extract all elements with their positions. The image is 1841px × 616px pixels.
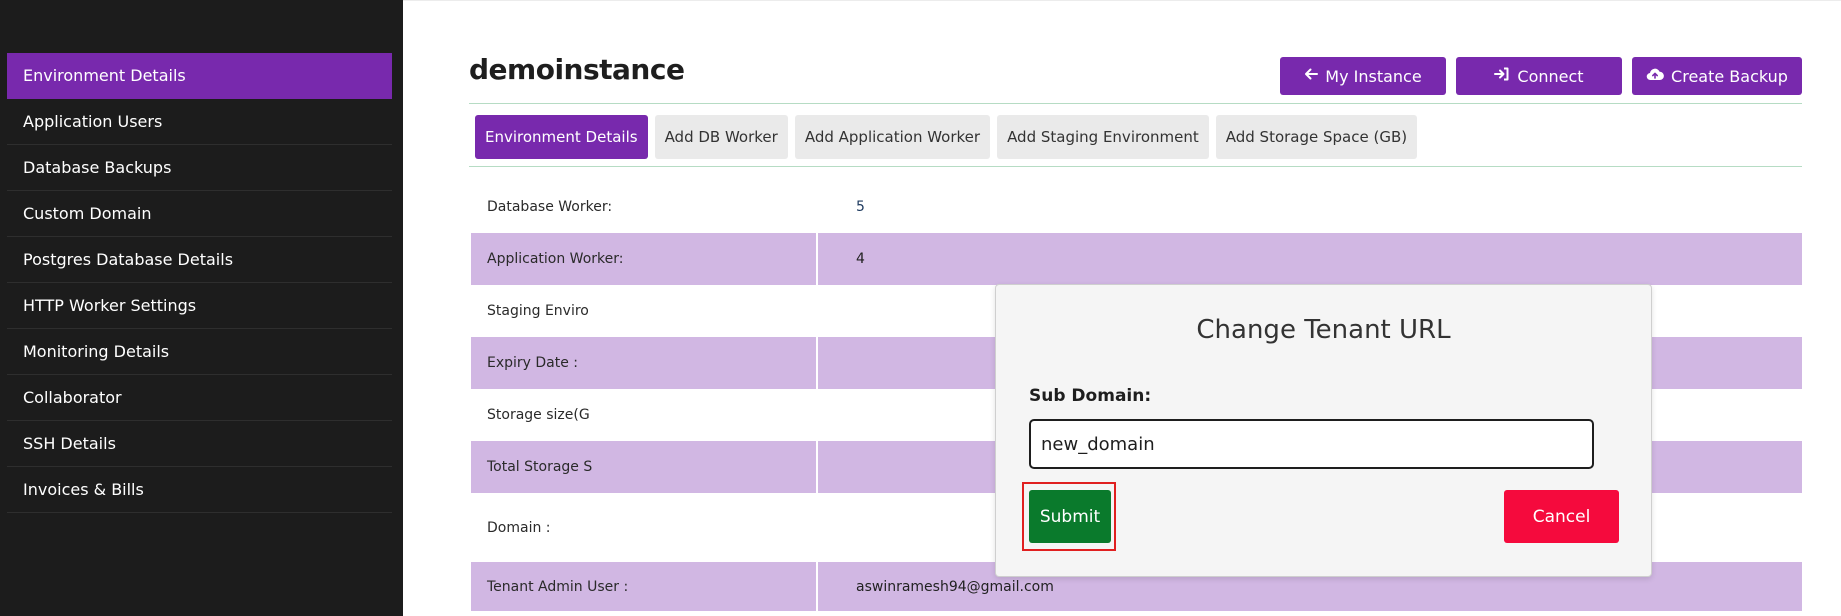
sub-domain-label: Sub Domain: — [1029, 386, 1152, 406]
sidebar-item-environment-details[interactable]: Environment Details — [7, 53, 392, 99]
tab-add-db-worker[interactable]: Add DB Worker — [654, 115, 788, 159]
submit-button[interactable]: Submit — [1029, 490, 1111, 543]
sidebar-menu: Environment Details Application Users Da… — [7, 53, 392, 513]
sidebar-item-postgres-database-details[interactable]: Postgres Database Details — [7, 237, 392, 283]
create-backup-label: Create Backup — [1671, 66, 1788, 86]
sidebar-item-label: Application Users — [23, 112, 163, 131]
row-label: Expiry Date : — [471, 337, 818, 389]
page-title: demoinstance — [469, 53, 685, 86]
row-value: aswinramesh94@gmail.com — [856, 578, 1054, 595]
row-label: Tenant Admin User : — [471, 562, 818, 611]
row-label: Storage size(G — [471, 389, 818, 441]
main-content: demoinstance My Instance Connect Create … — [403, 0, 1841, 616]
sidebar-item-database-backups[interactable]: Database Backups — [7, 145, 392, 191]
row-label: Staging Enviro — [471, 285, 818, 337]
sidebar-item-invoices-bills[interactable]: Invoices & Bills — [7, 467, 392, 513]
sidebar-item-monitoring-details[interactable]: Monitoring Details — [7, 329, 392, 375]
sidebar-item-collaborator[interactable]: Collaborator — [7, 375, 392, 421]
table-row: Database Worker: 5 — [471, 181, 1802, 233]
table-row: Application Worker: 4 — [471, 233, 1802, 285]
arrow-left-icon — [1304, 67, 1319, 85]
cancel-button[interactable]: Cancel — [1504, 490, 1619, 543]
sidebar-item-label: HTTP Worker Settings — [23, 296, 197, 315]
change-tenant-url-modal: Change Tenant URL Sub Domain: Submit Can… — [995, 284, 1652, 577]
sidebar-item-application-users[interactable]: Application Users — [7, 99, 392, 145]
row-label: Total Storage S — [471, 441, 818, 493]
row-label: Domain : — [471, 493, 818, 562]
divider — [469, 166, 1802, 167]
sidebar-item-http-worker-settings[interactable]: HTTP Worker Settings — [7, 283, 392, 329]
my-instance-label: My Instance — [1325, 66, 1422, 86]
sidebar-item-ssh-details[interactable]: SSH Details — [7, 421, 392, 467]
my-instance-button[interactable]: My Instance — [1280, 57, 1446, 95]
sign-in-icon — [1494, 67, 1510, 85]
sidebar-item-label: Monitoring Details — [23, 342, 170, 361]
sidebar: Environment Details Application Users Da… — [0, 0, 403, 616]
divider — [469, 103, 1802, 104]
modal-title: Change Tenant URL — [1196, 315, 1451, 345]
tab-add-application-worker[interactable]: Add Application Worker — [794, 115, 991, 159]
sidebar-item-label: Database Backups — [23, 158, 172, 177]
row-value: 4 — [856, 251, 865, 267]
tab-environment-details[interactable]: Environment Details — [475, 115, 648, 159]
sub-domain-input[interactable] — [1029, 419, 1594, 469]
connect-button[interactable]: Connect — [1456, 57, 1622, 95]
sidebar-item-label: Custom Domain — [23, 204, 152, 223]
app-root: Environment Details Application Users Da… — [0, 0, 1841, 616]
tab-add-storage-space[interactable]: Add Storage Space (GB) — [1215, 115, 1418, 159]
row-value: 5 — [856, 199, 865, 215]
sidebar-item-label: Collaborator — [23, 388, 122, 407]
connect-label: Connect — [1517, 66, 1584, 86]
sidebar-item-label: Environment Details — [23, 66, 186, 85]
create-backup-button[interactable]: Create Backup — [1632, 57, 1802, 95]
sidebar-item-label: Invoices & Bills — [23, 480, 144, 499]
cloud-upload-icon — [1646, 67, 1664, 85]
tab-bar: Environment Details Add DB Worker Add Ap… — [475, 115, 1418, 159]
sidebar-item-label: SSH Details — [23, 434, 116, 453]
tab-add-staging-environment[interactable]: Add Staging Environment — [997, 115, 1209, 159]
row-label: Database Worker: — [471, 181, 818, 233]
sidebar-item-custom-domain[interactable]: Custom Domain — [7, 191, 392, 237]
row-label: Application Worker: — [471, 233, 818, 285]
sidebar-item-label: Postgres Database Details — [23, 250, 234, 269]
